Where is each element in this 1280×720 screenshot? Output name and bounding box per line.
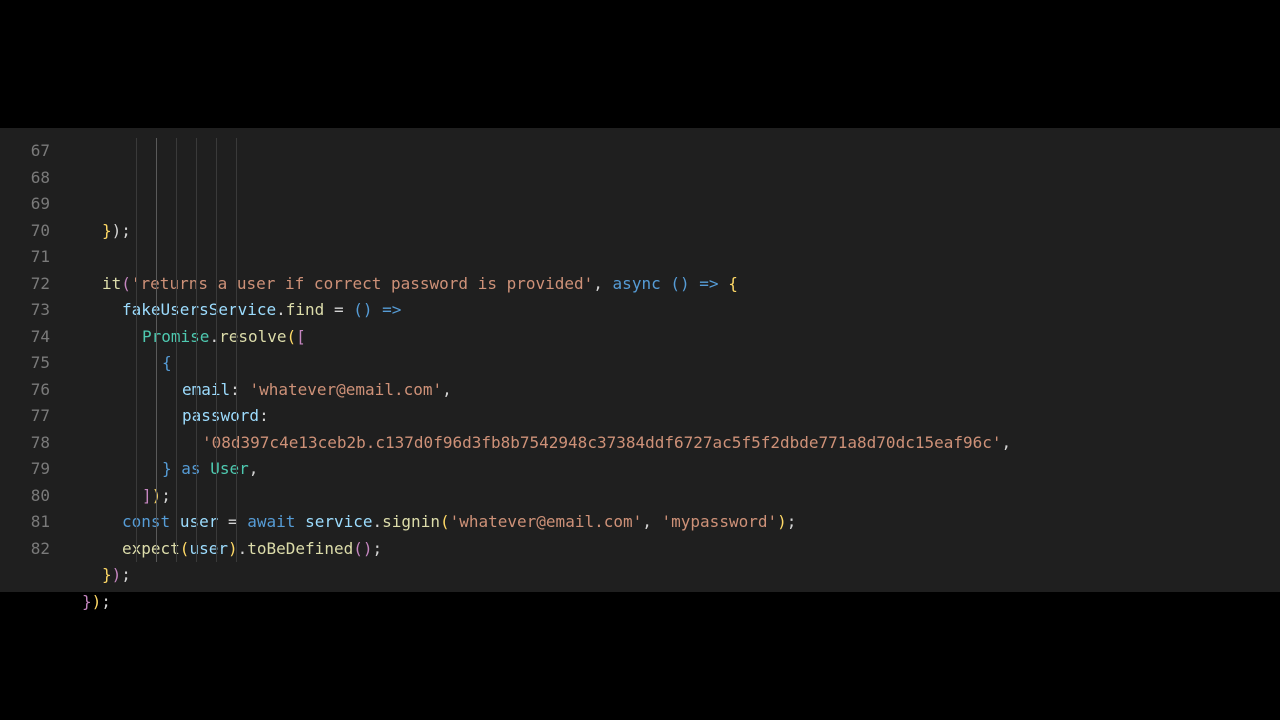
code-area[interactable]: }); it('returns a user if correct passwor…: [62, 128, 1011, 592]
line-number: 73: [0, 297, 50, 324]
line-number: 75: [0, 350, 50, 377]
line-number: 82: [0, 536, 50, 563]
line-number: 71: [0, 244, 50, 271]
code-line[interactable]: {: [62, 350, 1011, 377]
line-number: 78: [0, 430, 50, 457]
code-line[interactable]: } as User,: [62, 456, 1011, 483]
code-line[interactable]: });: [62, 589, 1011, 616]
line-number: 67: [0, 138, 50, 165]
code-line[interactable]: ]);: [62, 483, 1011, 510]
line-number: 81: [0, 509, 50, 536]
code-line[interactable]: fakeUsersService.find = () =>: [62, 297, 1011, 324]
code-line[interactable]: password:: [62, 403, 1011, 430]
code-line[interactable]: Promise.resolve([: [62, 324, 1011, 351]
code-line[interactable]: '08d397c4e13ceb2b.c137d0f96d3fb8b7542948…: [62, 430, 1011, 457]
line-number: 69: [0, 191, 50, 218]
code-line[interactable]: const user = await service.signin('whate…: [62, 509, 1011, 536]
line-number: 77: [0, 403, 50, 430]
code-line[interactable]: [62, 244, 1011, 271]
code-line[interactable]: [62, 615, 1011, 642]
line-number: 76: [0, 377, 50, 404]
line-number: 68: [0, 165, 50, 192]
line-number-gutter: 67686970717273747576777879808182: [0, 128, 62, 592]
code-line[interactable]: expect(user).toBeDefined();: [62, 536, 1011, 563]
line-number: 72: [0, 271, 50, 298]
line-number: 80: [0, 483, 50, 510]
code-line[interactable]: });: [62, 562, 1011, 589]
code-line[interactable]: email: 'whatever@email.com',: [62, 377, 1011, 404]
line-number: 74: [0, 324, 50, 351]
line-number: 70: [0, 218, 50, 245]
code-line[interactable]: it('returns a user if correct password i…: [62, 271, 1011, 298]
line-number: 79: [0, 456, 50, 483]
code-editor[interactable]: 67686970717273747576777879808182 }); it('…: [0, 128, 1280, 592]
code-line[interactable]: });: [62, 218, 1011, 245]
